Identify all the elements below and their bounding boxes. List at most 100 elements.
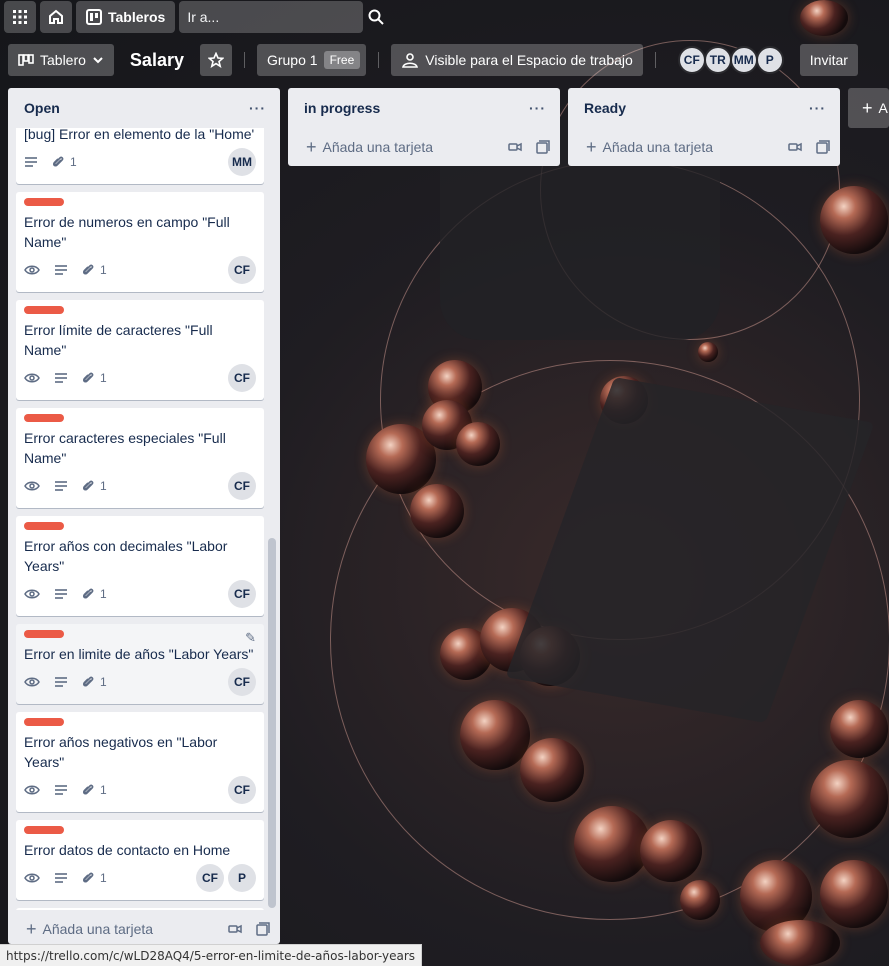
card-label-red[interactable] [24,718,64,726]
paperclip-icon [82,871,94,885]
member-avatar[interactable]: TR [703,46,732,74]
card-label-red[interactable] [24,630,64,638]
description-icon [54,784,68,796]
attachment-badge: 1 [82,783,107,797]
browser-status-url: https://trello.com/c/wLD28AQ4/5-error-en… [0,944,423,966]
more-icon[interactable]: ··· [243,100,272,116]
attachment-count: 1 [100,587,107,601]
card-label-red[interactable] [24,414,64,422]
card-title: [bug] Error en elemento de la "Home' [24,128,255,142]
description-icon [24,156,38,168]
add-card-row: + Añada una tarjeta [8,910,280,948]
card-member-avatar[interactable]: MM [228,148,256,176]
card[interactable]: Error caracteres especiales "Full Name" 1… [16,408,264,508]
card-title: Error en limite de años "Labor Years" [24,646,254,662]
view-label: Tablero [40,52,86,68]
card[interactable]: Error años con decimales "Labor Years" 1 C… [16,516,264,616]
more-icon[interactable]: ··· [523,100,552,116]
add-list-button[interactable]: + A [848,88,889,128]
description-icon [54,872,68,884]
card-badges: 1 CF [24,472,256,500]
card-member-avatar[interactable]: CF [228,668,256,696]
card[interactable]: Error datos de contacto en Home 1 CF P [16,820,264,900]
card-member-avatar[interactable]: CF [228,364,256,392]
attachment-count: 1 [100,263,107,277]
member-avatar[interactable]: CF [677,46,706,74]
add-card-button[interactable]: + Añada una tarjeta [586,138,713,156]
pencil-icon[interactable]: ✎ [245,630,256,646]
card-template-icon[interactable] [536,140,550,154]
card-member-avatar[interactable]: CF [228,472,256,500]
home-button[interactable] [40,0,72,33]
header-divider [654,52,656,68]
card-badges: 1 MM [24,148,256,176]
card-member-avatar[interactable]: P [228,864,256,892]
member-avatar[interactable]: P [755,46,784,74]
search-icon[interactable] [368,9,385,25]
list-header[interactable]: Open ··· [8,88,280,128]
visibility-button[interactable]: Visible para el Espacio de trabajo [391,44,643,76]
add-card-button[interactable]: + Añada una tarjeta [306,138,433,156]
eye-icon [24,372,40,384]
board-view-icon [18,54,34,66]
template-icon[interactable] [228,923,242,935]
card-label-red[interactable] [24,198,64,206]
card-label-red[interactable] [24,522,64,530]
star-button[interactable] [199,44,232,76]
list-title[interactable]: Open [24,100,60,116]
list-header[interactable]: Ready ··· [568,88,840,128]
paperclip-icon [82,479,94,493]
invite-button[interactable]: Invitar [799,44,858,76]
attachment-badge: 1 [82,675,107,689]
card-template-icon[interactable] [816,140,830,154]
list-title[interactable]: Ready [584,100,626,116]
list-scrollbar[interactable] [268,538,276,908]
card-title: Error caracteres especiales "Full Name" [24,430,226,466]
paperclip-icon [82,263,94,277]
board-title[interactable]: Salary [122,50,192,71]
workspace-plan-badge: Free [323,51,361,69]
list-header[interactable]: in progress ··· [288,88,560,128]
card-member-avatar[interactable]: CF [228,256,256,284]
people-icon [401,52,419,68]
card-badges: 1 CF [24,364,256,392]
attachment-count: 1 [70,155,77,169]
card-template-icon[interactable] [256,922,270,936]
workspace-button[interactable]: Grupo 1 Free [256,44,367,76]
card[interactable]: Error de numeros en campo "Full Name" 1 CF [16,192,264,292]
more-icon[interactable]: ··· [803,100,832,116]
attachment-count: 1 [100,783,107,797]
card[interactable]: [bug] Error en elemento de la "Home' 1 MM [16,128,264,184]
add-card-button[interactable]: + Añada una tarjeta [26,920,153,938]
template-icon[interactable] [508,141,522,153]
card-label-red[interactable] [24,826,64,834]
board-icon [86,8,102,25]
card[interactable]: Error información de empresa en About1CF… [16,908,264,910]
card-member-avatar[interactable]: CF [196,864,224,892]
boards-button[interactable]: Tableros [76,0,176,33]
attachment-count: 1 [100,675,107,689]
card-label-red[interactable] [24,306,64,314]
template-icon[interactable] [788,141,802,153]
add-card-row: + Añada una tarjeta [288,128,560,166]
top-nav: Tableros [0,0,889,33]
paperclip-icon [82,783,94,797]
list-title[interactable]: in progress [304,100,380,116]
attachment-count: 1 [100,479,107,493]
card[interactable]: Error años negativos en "Labor Years" 1 CF [16,712,264,812]
description-icon [54,676,68,688]
card[interactable]: Error límite de caracteres "Full Name" 1 C… [16,300,264,400]
view-switcher-button[interactable]: Tablero [8,44,114,76]
card[interactable]: ✎ Error en limite de años "Labor Years" 1 C… [16,624,264,704]
card-member-avatar[interactable]: CF [228,776,256,804]
eye-icon [24,480,40,492]
search-input[interactable] [187,8,369,25]
member-avatar[interactable]: MM [729,46,758,74]
paperclip-icon [82,675,94,689]
card-member-avatar[interactable]: CF [228,580,256,608]
search-box[interactable] [179,0,385,33]
apps-button[interactable] [4,0,36,33]
attachment-count: 1 [100,871,107,885]
board-header: Tablero Salary Grupo 1 Free Visible para… [8,43,889,77]
attachment-badge: 1 [82,263,107,277]
